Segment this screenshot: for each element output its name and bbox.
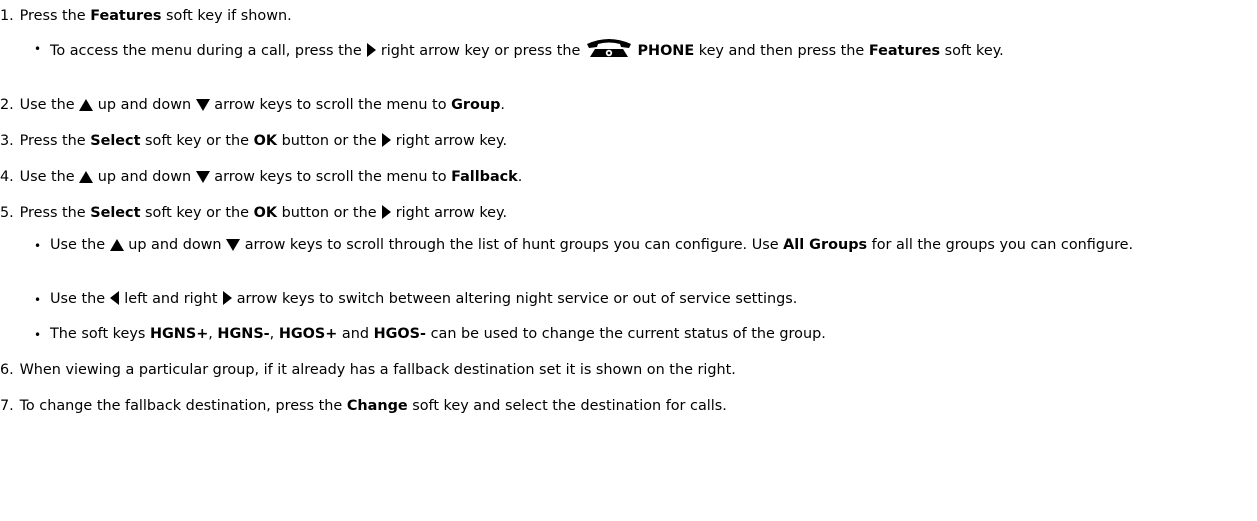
step-number: 1. [0, 8, 14, 24]
bullet-dot: • [34, 42, 42, 56]
bullet-text: The soft keys [50, 326, 150, 342]
step-text: . [500, 97, 505, 113]
step-number: 4. [0, 169, 14, 185]
hgns-minus-key-label: HGNS- [217, 326, 270, 342]
step-2: 2. Use the up and down arrow keys to scr… [0, 95, 1257, 115]
step-text: soft key and select the destination for … [407, 398, 727, 414]
bullet-text: Use the [50, 237, 110, 253]
step-text: Press the [19, 133, 91, 149]
right-arrow-icon [381, 133, 392, 147]
phone-key-label: PHONE [637, 43, 695, 59]
features-key-label: Features [868, 43, 941, 59]
step-7: 7. To change the fallback destination, p… [0, 396, 1257, 416]
step-text: To change the fallback destination, pres… [19, 398, 347, 414]
select-key-label: Select [90, 133, 141, 149]
features-key-label: Features [90, 8, 162, 24]
step-text: up and down [93, 169, 196, 185]
fallback-menu-label: Fallback [451, 169, 518, 185]
select-key-label: Select [90, 205, 141, 221]
step-4: 4. Use the up and down arrow keys to scr… [0, 167, 1257, 187]
bullet-text: up and down [123, 237, 227, 253]
up-arrow-icon [79, 171, 94, 183]
bullet-text: To access the menu during a call, press … [50, 43, 367, 59]
step-5-bullet-1: Use the up and down arrow keys to scroll… [50, 235, 1255, 255]
bullet-text: left and right [119, 291, 223, 307]
ok-button-label: OK [253, 205, 278, 221]
step-text: right arrow key. [391, 205, 508, 221]
step-text: Use the [19, 169, 80, 185]
up-arrow-icon [79, 99, 94, 111]
right-arrow-icon [222, 291, 233, 305]
bullet-text: key and then press the [694, 43, 869, 59]
down-arrow-icon [226, 239, 241, 251]
step-text: Press the [19, 205, 91, 221]
step-text: soft key or the [140, 205, 254, 221]
bullet-text: arrow keys to scroll through the list of… [240, 237, 784, 253]
change-key-label: Change [346, 398, 408, 414]
step-text: arrow keys to scroll the menu to [209, 169, 452, 185]
up-arrow-icon [109, 239, 124, 251]
ok-button-label: OK [253, 133, 278, 149]
phone-icon [585, 38, 633, 58]
bullet-text: right arrow key or press the [376, 43, 585, 59]
bullet-text: can be used to change the current status… [426, 326, 826, 342]
step-5-bullet-2: Use the left and right arrow keys to swi… [50, 289, 797, 309]
right-arrow-icon [381, 205, 392, 219]
down-arrow-icon [195, 99, 210, 111]
instruction-document: 1. Press the Features soft key if shown.… [0, 0, 1257, 521]
hgos-plus-key-label: HGOS+ [278, 326, 338, 342]
step-text: When viewing a particular group, if it a… [19, 362, 736, 378]
step-text: button or the [277, 205, 382, 221]
bullet-text: , [269, 326, 279, 342]
step-text: Press the [19, 8, 91, 24]
bullet-dot: • [34, 328, 42, 342]
hgos-minus-key-label: HGOS- [373, 326, 427, 342]
step-text: . [517, 169, 523, 185]
bullet-text: arrow keys to switch between altering ni… [232, 291, 798, 307]
step-text: button or the [277, 133, 382, 149]
step-number: 7. [0, 398, 14, 414]
group-menu-label: Group [451, 97, 501, 113]
step-text: right arrow key. [391, 133, 508, 149]
bullet-dot: • [34, 293, 42, 307]
hgns-plus-key-label: HGNS+ [149, 326, 209, 342]
bullet-text: soft key. [940, 43, 1004, 59]
all-groups-label: All Groups [783, 237, 868, 253]
step-text: arrow keys to scroll the menu to [209, 97, 452, 113]
step-text: Use the [19, 97, 80, 113]
bullet-text: for all the groups you can configure. [867, 237, 1134, 253]
step-text: soft key if shown. [161, 8, 292, 24]
step-5-bullet-3: The soft keys HGNS+, HGNS-, HGOS+ and HG… [50, 324, 826, 344]
right-arrow-icon [366, 43, 377, 57]
down-arrow-icon [195, 171, 210, 183]
step-5: 5. Press the Select soft key or the OK b… [0, 203, 1257, 223]
bullet-text: Use the [50, 291, 110, 307]
step-1: 1. Press the Features soft key if shown. [0, 6, 1257, 26]
step-6: 6. When viewing a particular group, if i… [0, 360, 1257, 380]
step-number: 6. [0, 362, 14, 378]
bullet-text: and [337, 326, 374, 342]
step-1-bullet: To access the menu during a call, press … [50, 38, 1255, 61]
step-number: 5. [0, 205, 14, 221]
step-number: 2. [0, 97, 14, 113]
step-text: up and down [93, 97, 196, 113]
step-text: soft key or the [140, 133, 254, 149]
step-number: 3. [0, 133, 14, 149]
step-3: 3. Press the Select soft key or the OK b… [0, 131, 1257, 151]
left-arrow-icon [109, 291, 120, 305]
bullet-dot: • [34, 239, 42, 253]
